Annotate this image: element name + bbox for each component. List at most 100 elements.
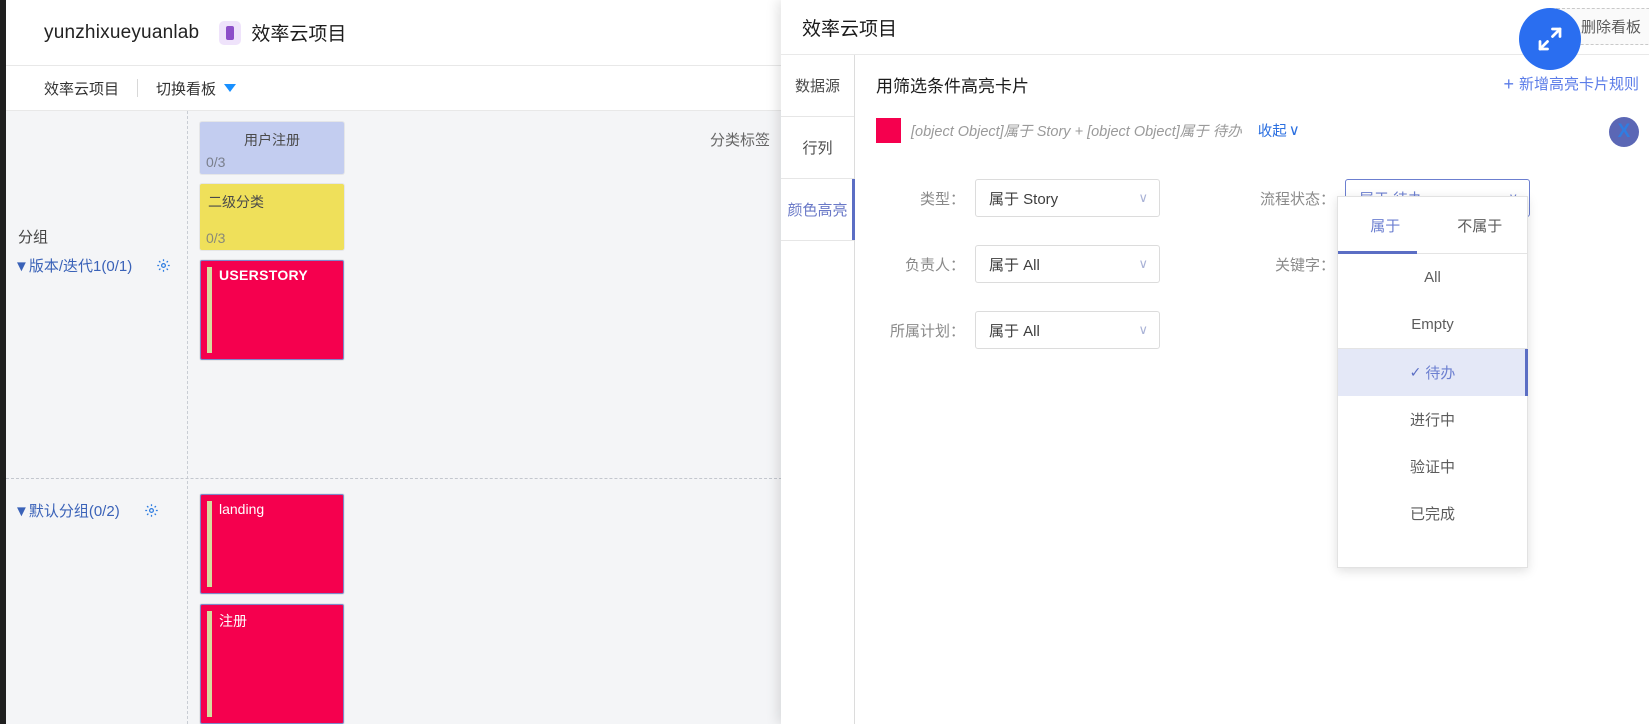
dropdown-item-label: Empty <box>1411 316 1454 333</box>
dropdown-item-done[interactable]: 已完成 <box>1338 490 1527 537</box>
dropdown-item-empty[interactable]: Empty <box>1338 301 1527 348</box>
switch-board-label: 切换看板 <box>156 80 217 98</box>
board-cards-column: 用户注册 0/3 二级分类 0/3 USERSTORY <box>200 122 344 370</box>
gear-icon[interactable] <box>144 503 159 518</box>
board-row-header-column <box>6 111 188 724</box>
collapse-condition-button[interactable]: 收起 ∨ <box>1258 120 1300 141</box>
project-cup-icon <box>219 20 242 45</box>
dropdown-item-label: 进行中 <box>1409 412 1455 429</box>
panel-title-row: 用筛选条件高亮卡片 + 新增高亮卡片规则 <box>855 55 1649 113</box>
chevron-down-icon: ∨ <box>1138 256 1148 271</box>
check-icon: ✓ <box>1409 364 1422 380</box>
add-highlight-rule-label: 新增高亮卡片规则 <box>1518 76 1639 93</box>
tab-color-highlight[interactable]: 颜色高亮 <box>781 179 855 241</box>
dropdown-tab-exclude[interactable]: 不属于 <box>1433 197 1528 254</box>
dropdown-item-label: 验证中 <box>1409 459 1455 476</box>
field-owner-select[interactable]: 属于 All ∨ <box>975 245 1160 283</box>
close-fab[interactable]: X <box>1609 117 1639 147</box>
board-name: 效率云项目 <box>44 80 120 98</box>
dropdown-selected-bar <box>1525 349 1528 396</box>
card-color-stripe <box>207 611 212 717</box>
condition-form: 类型： 属于 Story ∨ 流程状态： 属于 待办 ∨ <box>855 165 1649 363</box>
highlight-color-swatch[interactable] <box>876 117 901 143</box>
dropdown-tab-include[interactable]: 属于 <box>1338 197 1433 254</box>
header-card-count: 0/3 <box>206 230 226 246</box>
panel-title: 用筛选条件高亮卡片 <box>876 76 1029 96</box>
field-type: 类型： 属于 Story ∨ <box>855 165 1160 231</box>
field-owner-value: 属于 All <box>989 256 1040 274</box>
field-type-select[interactable]: 属于 Story ∨ <box>975 179 1160 217</box>
dropdown-item-verifying[interactable]: 验证中 <box>1338 443 1527 490</box>
close-x-icon: X <box>1617 121 1631 142</box>
field-type-value: 属于 Story <box>989 190 1059 208</box>
add-highlight-rule-button[interactable]: + 新增高亮卡片规则 <box>1503 73 1639 94</box>
dropdown-item-all[interactable]: All <box>1338 254 1527 301</box>
form-row-1: 负责人： 属于 All ∨ 关键字： <box>855 231 1649 297</box>
chevron-down-icon: ∨ <box>1288 122 1300 139</box>
field-keyword: 关键字： <box>1225 231 1345 297</box>
chevron-down-icon: ∨ <box>1138 322 1148 337</box>
tab-rows-columns[interactable]: 行列 <box>781 117 854 179</box>
workflow-status-dropdown: 属于 不属于 All Empty ✓ 待办 进行中 验证中 已完成 <box>1337 196 1528 568</box>
board-cards-column-2: landing 注册 <box>200 494 344 724</box>
story-card-title: 注册 <box>219 613 247 629</box>
collapse-arrows-icon <box>1538 27 1562 51</box>
app-subbar: 效率云项目 切换看板 <box>6 66 782 111</box>
story-card-0[interactable]: USERSTORY <box>200 260 344 360</box>
field-plan-label: 所属计划： <box>889 322 965 340</box>
group-label: 分组 <box>18 229 49 246</box>
story-card-title: landing <box>219 501 265 517</box>
field-type-label: 类型： <box>919 190 965 208</box>
field-plan: 所属计划： 属于 All ∨ <box>855 297 1160 363</box>
field-plan-select[interactable]: 属于 All ∨ <box>975 311 1160 349</box>
project-name: 效率云项目 <box>251 24 347 45</box>
header-card-count: 0/3 <box>206 154 226 170</box>
project-chip[interactable]: 效率云项目 <box>219 19 346 46</box>
board-row-divider-0 <box>6 478 782 479</box>
kanban-board: 分类标签 分组 ▼版本/迭代1(0/1) ▼默认分组(0/2) 用户注册 0/3… <box>6 111 782 724</box>
dropdown-item-label: 待办 <box>1425 365 1456 382</box>
group-row-0[interactable]: ▼版本/迭代1(0/1) <box>14 255 171 276</box>
triangle-down-icon <box>224 84 237 92</box>
header-card-title: 二级分类 <box>208 194 264 210</box>
drawer-tabs: 数据源 行列 颜色高亮 <box>781 55 855 724</box>
drawer-header: 效率云项目 删除看板 <box>781 0 1649 55</box>
plus-icon: + <box>1503 73 1514 94</box>
dropdown-tabs: 属于 不属于 <box>1338 197 1527 254</box>
header-card-0[interactable]: 用户注册 0/3 <box>200 122 344 174</box>
dropdown-item-inprogress[interactable]: 进行中 <box>1338 396 1527 443</box>
form-row-2: 所属计划： 属于 All ∨ <box>855 297 1649 363</box>
condition-summary-text: [object Object]属于 Story + [object Object… <box>911 123 1242 140</box>
field-owner: 负责人： 属于 All ∨ <box>855 231 1160 297</box>
color-highlight-panel: 用筛选条件高亮卡片 + 新增高亮卡片规则 [object Object]属于 S… <box>855 55 1649 724</box>
app-topbar: yunzhixueyuanlab 效率云项目 <box>6 0 782 66</box>
field-owner-label: 负责人： <box>904 256 965 274</box>
story-card-2[interactable]: 注册 <box>200 604 344 724</box>
story-card-title: USERSTORY <box>219 267 309 283</box>
group-name-1: ▼默认分组(0/2) <box>14 503 120 520</box>
field-keyword-label: 关键字： <box>1274 256 1335 274</box>
header-card-1[interactable]: 二级分类 0/3 <box>200 184 344 250</box>
tab-datasource[interactable]: 数据源 <box>781 55 854 117</box>
group-row-1[interactable]: ▼默认分组(0/2) <box>14 500 159 521</box>
story-card-1[interactable]: landing <box>200 494 344 594</box>
dropdown-item-todo[interactable]: ✓ 待办 <box>1338 349 1528 396</box>
switch-board-button[interactable]: 切换看板 <box>138 78 254 99</box>
card-color-stripe <box>207 501 212 587</box>
gear-icon[interactable] <box>156 258 171 273</box>
header-card-title: 用户注册 <box>244 132 300 148</box>
group-name-0: ▼版本/迭代1(0/1) <box>14 258 133 275</box>
category-label: 分类标签 <box>709 132 770 149</box>
condition-summary-row: [object Object]属于 Story + [object Object… <box>855 113 1649 147</box>
screen-root: yunzhixueyuanlab 效率云项目 效率云项目 切换看板 分类标签 分… <box>0 0 1649 724</box>
kanban-app: yunzhixueyuanlab 效率云项目 效率云项目 切换看板 分类标签 分… <box>0 0 782 724</box>
dropdown-item-label: 已完成 <box>1409 506 1455 523</box>
field-workflow-status-label: 流程状态： <box>1259 190 1335 208</box>
field-plan-value: 属于 All <box>989 322 1040 340</box>
collapse-panel-fab[interactable] <box>1519 8 1581 70</box>
collapse-label: 收起 <box>1257 123 1287 140</box>
card-color-stripe <box>207 267 212 353</box>
chevron-down-icon: ∨ <box>1138 190 1148 205</box>
dropdown-item-label: All <box>1424 269 1441 286</box>
form-row-0: 类型： 属于 Story ∨ 流程状态： 属于 待办 ∨ <box>855 165 1649 231</box>
